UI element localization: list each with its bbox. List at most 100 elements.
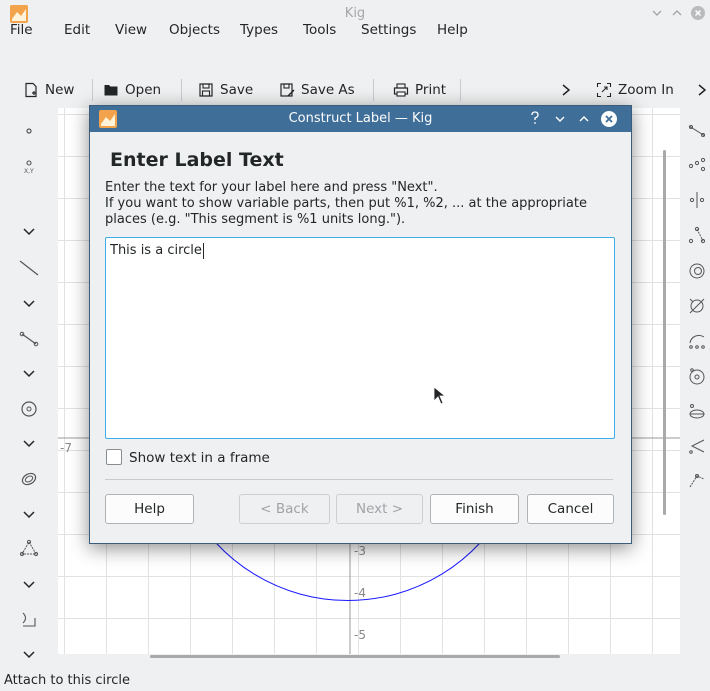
save-as-icon — [279, 82, 295, 98]
folder-icon — [103, 82, 119, 98]
triangle-points-tool-button[interactable] — [686, 224, 708, 246]
expand-polygons-chevron[interactable] — [18, 574, 40, 596]
menu-types[interactable]: Types — [240, 22, 278, 38]
segment-icon — [19, 329, 39, 349]
text-caret — [203, 243, 204, 259]
print-button-label: Print — [415, 82, 447, 98]
minimize-icon[interactable] — [650, 6, 664, 20]
zoom-in-button[interactable]: Zoom In — [596, 76, 674, 104]
circle-intersection-tool-button[interactable] — [686, 295, 708, 317]
save-icon — [198, 82, 214, 98]
print-button[interactable]: Print — [393, 76, 446, 104]
save-button[interactable]: Save — [198, 76, 253, 104]
show-frame-label[interactable]: Show text in a frame — [129, 450, 270, 466]
polygon-icon — [19, 539, 39, 559]
window-titlebar: Kig — [0, 0, 710, 28]
save-as-button[interactable]: Save As — [279, 76, 355, 104]
toolbar-separator — [181, 79, 182, 101]
zoom-in-icon — [596, 82, 612, 98]
expand-lines-chevron[interactable] — [18, 293, 40, 315]
help-button[interactable]: Help — [105, 494, 194, 524]
circle-three-points-tool-button[interactable] — [686, 365, 708, 387]
point-xy-icon: X,Y — [22, 158, 36, 174]
main-toolbar: New Open Save Save As Print Zoom In — [0, 76, 710, 104]
help-question-icon[interactable] — [528, 110, 542, 126]
axis-label-neg7: -7 — [60, 441, 72, 455]
vertical-scrollbar[interactable] — [663, 150, 666, 515]
vector-tool-button[interactable] — [686, 470, 708, 492]
point-tool-button[interactable] — [18, 120, 40, 142]
new-button-label: New — [45, 82, 75, 98]
segment-tool-button[interactable] — [18, 328, 40, 350]
maximize-icon[interactable] — [577, 112, 591, 126]
mouse-cursor-icon — [433, 386, 447, 406]
angle-tool-button[interactable] — [686, 435, 708, 457]
circle-points-icon — [687, 366, 707, 386]
save-button-label: Save — [220, 82, 254, 98]
transformation-tool-button[interactable] — [18, 609, 40, 631]
open-button[interactable]: Open — [103, 76, 161, 104]
vector-icon — [687, 471, 707, 491]
objects-toolbar-right — [682, 108, 710, 528]
polygon-tool-button[interactable] — [18, 538, 40, 560]
menu-bar: File Edit View Objects Types Tools Setti… — [0, 22, 710, 58]
cancel-button[interactable]: Cancel — [527, 494, 614, 524]
toolbar-separator — [373, 79, 374, 101]
ellipse-tool-button[interactable] — [686, 400, 708, 422]
status-message: Attach to this circle — [4, 673, 130, 688]
spiral-tool-button[interactable] — [686, 260, 708, 282]
mirror-point-tool-button[interactable] — [686, 189, 708, 211]
next-button[interactable]: Next > — [336, 494, 423, 524]
line-tool-button[interactable] — [18, 257, 40, 279]
new-document-icon — [23, 82, 39, 98]
chevron-down-icon — [22, 227, 36, 237]
dialog-heading: Enter Label Text — [110, 149, 284, 171]
menu-objects[interactable]: Objects — [169, 22, 220, 38]
circle-tool-button[interactable] — [18, 398, 40, 420]
midpoint-tool-button[interactable] — [686, 154, 708, 176]
chevron-down-icon — [22, 510, 36, 520]
show-frame-checkbox[interactable] — [106, 449, 122, 465]
minimize-icon[interactable] — [553, 112, 567, 126]
ellipse-icon — [687, 401, 707, 421]
new-button[interactable]: New — [23, 76, 74, 104]
expand-transformations-chevron[interactable] — [18, 644, 40, 666]
conic-tool-button[interactable] — [18, 468, 40, 490]
midpoint-icon — [687, 155, 707, 175]
instruction-line-1: Enter the text for your label here and p… — [105, 180, 438, 195]
expand-points-chevron[interactable] — [18, 221, 40, 243]
toolbar-overflow-right-button[interactable] — [697, 76, 707, 104]
angle-icon — [687, 436, 707, 456]
triangle-points-icon — [687, 225, 707, 245]
menu-edit[interactable]: Edit — [64, 22, 90, 38]
bisector-tool-button[interactable] — [686, 120, 708, 142]
save-as-button-label: Save As — [301, 82, 355, 98]
chevron-down-icon — [22, 580, 36, 590]
close-icon[interactable] — [690, 5, 706, 21]
menu-tools[interactable]: Tools — [303, 22, 336, 38]
point-icon — [23, 125, 35, 137]
chevron-down-icon — [22, 299, 36, 309]
back-button[interactable]: < Back — [239, 494, 330, 524]
expand-segments-chevron[interactable] — [18, 363, 40, 385]
dialog-title: Construct Label — Kig — [288, 111, 433, 126]
chevron-right-icon — [560, 83, 572, 97]
menu-help[interactable]: Help — [437, 22, 468, 38]
arc-tool-button[interactable] — [686, 330, 708, 352]
menu-view[interactable]: View — [115, 22, 147, 38]
toolbar-overflow-button[interactable] — [560, 76, 572, 104]
toolbar-separator — [460, 79, 461, 101]
menu-settings[interactable]: Settings — [361, 22, 416, 38]
menu-file[interactable]: File — [10, 22, 33, 38]
chevron-right-icon — [697, 83, 707, 97]
horizontal-scrollbar[interactable] — [150, 655, 560, 658]
point-by-coordinates-tool-button[interactable]: X,Y — [18, 155, 40, 177]
expand-conics-chevron[interactable] — [18, 504, 40, 526]
maximize-icon[interactable] — [670, 6, 684, 20]
conic-icon — [20, 470, 38, 488]
finish-button[interactable]: Finish — [430, 494, 519, 524]
expand-circles-chevron[interactable] — [18, 433, 40, 455]
close-icon[interactable] — [600, 110, 618, 128]
circle-cross-icon — [687, 296, 707, 316]
label-text-area[interactable]: This is a circle — [105, 237, 615, 439]
